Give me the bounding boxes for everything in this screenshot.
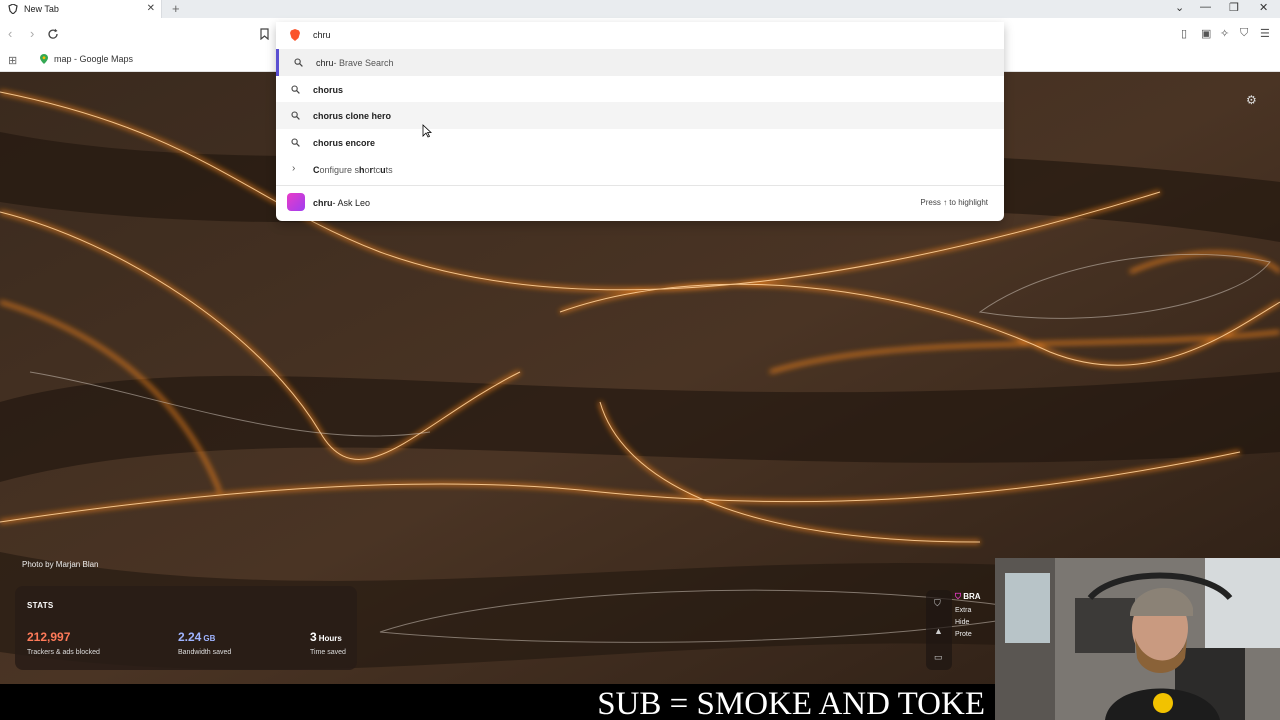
window-close-icon[interactable]: ✕ — [1259, 1, 1268, 14]
widget-icon-strip: ⛉ ▲ ▭ — [926, 590, 952, 670]
time-value: 3 — [310, 630, 317, 644]
caption-bar: SUB = SMOKE AND TOKE — [0, 684, 995, 720]
apps-grid-icon[interactable]: ⊞ — [8, 54, 17, 67]
stat-time: 3 Hours Time saved — [310, 628, 346, 656]
stat-bandwidth: 2.24 GB Bandwidth saved — [178, 628, 231, 656]
shield-icon[interactable]: ⛉ — [934, 598, 941, 609]
tab-title: New Tab — [24, 4, 59, 14]
configure-shortcuts-label: Configure shortcuts — [313, 164, 393, 175]
time-unit: Hours — [318, 634, 342, 643]
suggestion-text: chorus encore — [313, 137, 376, 148]
vpn-shield-icon[interactable]: ⛉ — [1240, 27, 1254, 41]
suggestion-brave-search[interactable]: chru - Brave Search — [276, 49, 1004, 76]
stats-widget: STATS 212,997 Trackers & ads blocked 2.2… — [15, 586, 357, 670]
bandwidth-unit: GB — [203, 634, 216, 643]
caption-text: SUB = SMOKE AND TOKE — [597, 686, 985, 720]
forward-icon[interactable]: › — [30, 26, 34, 41]
settings-gear-icon[interactable]: ⚙ — [1246, 93, 1258, 107]
talk-icon[interactable]: ▭ — [934, 652, 943, 663]
bookmark-icon[interactable] — [260, 28, 269, 40]
stat-trackers: 212,997 Trackers & ads blocked — [27, 628, 100, 656]
time-label: Time saved — [310, 649, 346, 656]
trackers-label: Trackers & ads blocked — [27, 649, 100, 656]
brave-lion-icon — [290, 29, 300, 41]
minimize-icon[interactable]: — — [1200, 1, 1211, 13]
google-maps-icon — [40, 54, 48, 64]
photo-credit: Photo by Marjan Blan — [22, 560, 99, 569]
brave-card-icon: ⛉ — [955, 592, 964, 601]
address-bar-input[interactable]: chru — [276, 22, 1004, 48]
title-bar: New Tab ✕ + ⌄ — ❐ ✕ — [0, 0, 1280, 18]
address-bar-query: chru — [313, 30, 331, 40]
omnibox-dropdown: chru chru - Brave Search chorus chorus c… — [276, 22, 1004, 221]
back-icon[interactable]: ‹ — [8, 26, 12, 41]
search-icon — [291, 138, 300, 147]
suggestion-query: chru — [316, 57, 334, 68]
suggestion-source: - Brave Search — [333, 57, 394, 68]
chevron-right-icon: › — [292, 163, 296, 174]
tab-search-chevron-icon[interactable]: ⌄ — [1175, 1, 1184, 14]
brave-card-line: Hide — [955, 619, 970, 626]
configure-shortcuts-item[interactable]: › Configure shortcuts — [276, 156, 1004, 183]
suggestion-item[interactable]: chorus encore — [276, 129, 1004, 156]
reload-icon[interactable] — [47, 28, 59, 40]
vpn-icon[interactable]: ▲ — [934, 626, 943, 636]
ask-leo-item[interactable]: chru - Ask Leo Press ↑ to highlight — [276, 189, 1004, 216]
suggestion-item[interactable]: chorus clone hero — [276, 102, 1004, 129]
mouse-cursor-icon — [422, 124, 432, 138]
wallet-icon[interactable]: ▣ — [1201, 27, 1215, 41]
brave-card-title: BRA — [963, 592, 981, 601]
search-icon — [291, 111, 300, 120]
webcam-image — [995, 558, 1280, 720]
leo-icon — [287, 193, 305, 211]
bookmark-label: map - Google Maps — [54, 54, 134, 64]
menu-icon[interactable]: ☰ — [1260, 27, 1274, 41]
sidebar-icon[interactable]: ▯ — [1181, 27, 1195, 41]
restore-icon[interactable]: ❐ — [1229, 1, 1239, 14]
tab-new-tab[interactable]: New Tab ✕ — [0, 0, 162, 18]
leo-suffix: - Ask Leo — [332, 197, 371, 208]
bookmark-item[interactable]: map - Google Maps — [40, 54, 133, 64]
suggestion-text: chorus — [313, 84, 344, 95]
search-icon — [291, 85, 300, 94]
leo-icon[interactable]: ✧ — [1220, 27, 1234, 41]
stats-title: STATS — [27, 601, 54, 610]
search-icon — [294, 58, 303, 67]
brave-shield-icon — [8, 4, 18, 14]
webcam-overlay — [995, 558, 1280, 720]
brave-card-line: Extra — [955, 607, 972, 614]
divider — [276, 185, 1004, 186]
brave-widget-card: ⛉ BRA Extra Hide Prote — [955, 592, 995, 656]
bandwidth-value: 2.24 — [178, 630, 202, 644]
tab-close-icon[interactable]: ✕ — [147, 3, 155, 14]
brave-card-line: Prote — [955, 631, 972, 638]
suggestion-text: chorus clone hero — [313, 110, 392, 121]
highlight-hint: Press ↑ to highlight — [920, 198, 988, 207]
new-tab-button[interactable]: + — [172, 1, 180, 16]
suggestion-item[interactable]: chorus — [276, 76, 1004, 103]
bandwidth-label: Bandwidth saved — [178, 649, 232, 656]
trackers-value: 212,997 — [27, 630, 71, 644]
leo-query: chru — [313, 197, 333, 208]
